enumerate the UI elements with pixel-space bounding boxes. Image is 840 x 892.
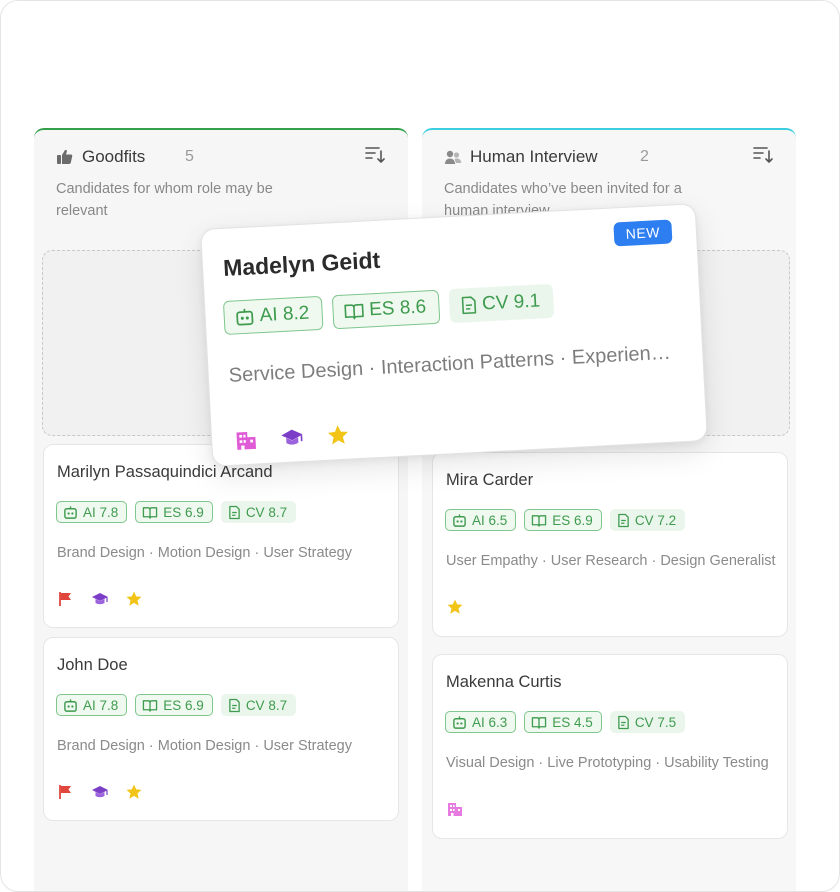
robot-icon <box>64 505 77 519</box>
sort-icon[interactable] <box>364 144 386 166</box>
cv-score-value: CV 9.1 <box>481 290 541 315</box>
ai-score-value: AI 6.5 <box>472 512 508 528</box>
star-icon <box>447 599 463 614</box>
candidate-skills: Brand Design · Motion Design · User Stra… <box>57 545 352 561</box>
graduation-cap-icon <box>281 429 303 445</box>
star-icon <box>126 784 142 799</box>
es-score-value: ES 4.5 <box>552 714 593 730</box>
ai-score-badge: AI 7.8 <box>56 694 128 716</box>
candidate-card[interactable]: John Doe AI 7.8 ES 6.9 CV 8.7 Brand Desi… <box>43 637 399 821</box>
cv-score-badge: CV 7.2 <box>609 509 686 531</box>
ai-score-badge: AI 6.5 <box>445 509 517 531</box>
column-header: Human Interview 2 <box>444 146 649 168</box>
cv-score-badge: CV 8.7 <box>220 501 297 523</box>
dragged-candidate-card[interactable]: NEW Madelyn Geidt AI 8.2 ES 8.6 CV 9.1 S… <box>200 203 708 467</box>
candidate-skills: Brand Design · Motion Design · User Stra… <box>57 738 352 754</box>
tag-row <box>446 598 464 616</box>
flag-icon <box>59 592 71 606</box>
cv-score-value: CV 8.7 <box>245 504 288 520</box>
candidate-name: Marilyn Passaquindici Arcand <box>57 463 273 481</box>
book-icon <box>344 303 364 320</box>
cv-score-badge: CV 9.1 <box>448 283 555 324</box>
candidate-name: Mira Carder <box>446 471 534 489</box>
tag-row <box>446 800 464 818</box>
candidate-name: John Doe <box>57 656 128 674</box>
graduation-cap-icon <box>92 593 108 605</box>
flag-icon <box>59 785 71 799</box>
es-score-badge: ES 6.9 <box>135 501 213 523</box>
robot-icon <box>453 715 466 729</box>
document-icon <box>461 296 476 315</box>
people-icon <box>444 150 462 164</box>
score-row: AI 6.3 ES 4.5 CV 7.5 <box>445 711 686 733</box>
candidate-card[interactable]: Mira Carder AI 6.5 ES 6.9 CV 7.2 User Em… <box>432 452 788 637</box>
tag-row <box>234 423 351 453</box>
tag-row <box>57 590 143 608</box>
score-row: AI 7.8 ES 6.9 CV 8.7 <box>56 694 297 716</box>
ai-score-badge: AI 7.8 <box>56 501 128 523</box>
star-icon <box>126 591 142 606</box>
candidate-name: Madelyn Geidt <box>222 246 381 281</box>
ai-score-value: AI 8.2 <box>259 302 310 327</box>
document-icon <box>229 698 240 712</box>
star-icon <box>327 425 348 445</box>
candidate-skills: Service Design · Interaction Patterns · … <box>228 341 679 387</box>
es-score-badge: ES 6.9 <box>524 509 602 531</box>
candidate-name: Makenna Curtis <box>446 673 562 691</box>
document-icon <box>618 715 629 729</box>
column-header: Goodfits 5 <box>56 146 194 168</box>
score-row: AI 6.5 ES 6.9 CV 7.2 <box>445 509 686 531</box>
es-score-badge: ES 4.5 <box>524 711 602 733</box>
es-score-badge: ES 6.9 <box>135 694 213 716</box>
es-score-value: ES 8.6 <box>368 296 427 321</box>
cv-score-value: CV 7.2 <box>634 512 677 528</box>
document-icon <box>618 513 629 527</box>
candidate-skills: User Empathy · User Research · Design Ge… <box>446 553 776 569</box>
tag-row <box>57 783 143 801</box>
es-score-value: ES 6.9 <box>163 697 204 713</box>
column-title: Goodfits <box>82 147 146 166</box>
column-description: Candidates for whom role may be relevant <box>56 181 273 219</box>
score-row: AI 8.2 ES 8.6 CV 9.1 <box>222 283 555 336</box>
column-count: 2 <box>640 148 649 165</box>
es-score-value: ES 6.9 <box>552 512 593 528</box>
candidate-card[interactable]: Makenna Curtis AI 6.3 ES 4.5 CV 7.5 Visu… <box>432 654 788 839</box>
es-score-badge: ES 8.6 <box>331 289 441 330</box>
es-score-value: ES 6.9 <box>163 504 204 520</box>
kanban-board: Goodfits 5 Candidates for whom role may … <box>0 0 840 892</box>
building-icon <box>236 431 257 450</box>
book-icon <box>143 506 158 519</box>
column-title: Human Interview <box>470 147 598 166</box>
robot-icon <box>453 513 466 527</box>
ai-score-badge: AI 6.3 <box>445 711 517 733</box>
robot-icon <box>236 308 254 326</box>
ai-score-value: AI 6.3 <box>472 714 508 730</box>
cv-score-badge: CV 7.5 <box>609 711 686 733</box>
column-count: 5 <box>185 148 194 165</box>
document-icon <box>229 505 240 519</box>
robot-icon <box>64 698 77 712</box>
thumbs-up-icon <box>57 149 73 164</box>
candidate-skills: Visual Design · Live Prototyping · Usabi… <box>446 755 769 771</box>
ai-score-badge: AI 8.2 <box>222 295 324 336</box>
ai-score-value: AI 7.8 <box>83 504 119 520</box>
cv-score-value: CV 8.7 <box>245 697 288 713</box>
book-icon <box>532 716 547 729</box>
cv-score-badge: CV 8.7 <box>220 694 297 716</box>
book-icon <box>143 699 158 712</box>
graduation-cap-icon <box>92 786 108 798</box>
new-badge: NEW <box>613 219 673 247</box>
cv-score-value: CV 7.5 <box>634 714 677 730</box>
building-icon <box>448 803 462 816</box>
candidate-card[interactable]: Marilyn Passaquindici Arcand AI 7.8 ES 6… <box>43 444 399 628</box>
book-icon <box>532 514 547 527</box>
sort-icon[interactable] <box>752 144 774 166</box>
score-row: AI 7.8 ES 6.9 CV 8.7 <box>56 501 297 523</box>
ai-score-value: AI 7.8 <box>83 697 119 713</box>
